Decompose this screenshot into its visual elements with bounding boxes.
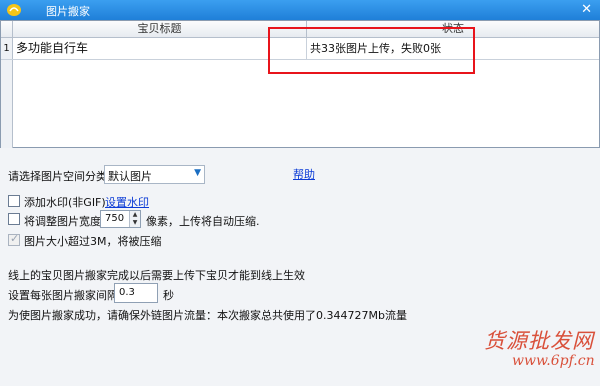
interval-label: 设置每张图片搬家间隔 bbox=[8, 289, 118, 302]
checkmark-icon: ✓ bbox=[10, 232, 20, 245]
width-stepper[interactable]: 750 ▲ ▼ bbox=[100, 210, 141, 228]
status-highlight-box bbox=[268, 27, 475, 74]
watermark-label: 添加水印(非GIF) bbox=[24, 196, 106, 209]
row-gutter bbox=[1, 60, 13, 148]
compress-checkbox: ✓ bbox=[8, 232, 20, 246]
watermark-brand-text: 货源批发网 bbox=[484, 329, 594, 353]
resize-label: 将调整图片宽度 bbox=[24, 215, 101, 228]
arrow-down-icon[interactable]: ▼ bbox=[130, 219, 140, 227]
window-title: 图片搬家 bbox=[46, 5, 90, 18]
stepper-arrows[interactable]: ▲ ▼ bbox=[129, 211, 140, 227]
interval-value: 0.3 bbox=[119, 287, 135, 298]
row-number: 1 bbox=[1, 38, 13, 59]
cell-item-title[interactable]: 多功能自行车 bbox=[14, 38, 307, 59]
brand-watermark: 货源批发网 www.6pf.cn bbox=[484, 325, 595, 375]
watermark-checkbox[interactable] bbox=[8, 195, 20, 207]
category-label: 请选择图片空间分类 bbox=[8, 170, 107, 183]
category-value: 默认图片 bbox=[108, 170, 152, 183]
resize-suffix: 像素，上传将自动压缩. bbox=[146, 215, 260, 228]
category-select[interactable]: 默认图片 ▼ bbox=[104, 165, 205, 184]
title-bar: 图片搬家 ✕ bbox=[0, 0, 600, 20]
app-logo-icon bbox=[7, 4, 21, 16]
interval-unit: 秒 bbox=[163, 289, 174, 302]
traffic-note: 为使图片搬家成功，请确保外链图片流量：本次搬家总共使用了0.344727Mb流量 bbox=[8, 309, 407, 322]
chevron-down-icon: ▼ bbox=[194, 168, 201, 178]
compress-label: 图片大小超过3M，将被压缩 bbox=[24, 235, 162, 248]
watermark-settings-link[interactable]: 设置水印 bbox=[105, 194, 149, 210]
width-value: 750 bbox=[105, 213, 125, 224]
interval-input[interactable]: 0.3 bbox=[114, 283, 158, 303]
column-header-title[interactable]: 宝贝标题 bbox=[13, 21, 307, 37]
resize-checkbox[interactable] bbox=[8, 213, 20, 225]
close-button[interactable]: ✕ bbox=[581, 2, 592, 17]
grid-corner bbox=[1, 21, 13, 37]
watermark-brand-url: www.6pf.cn bbox=[512, 353, 595, 369]
help-link[interactable]: 帮助 bbox=[293, 166, 315, 182]
online-note: 线上的宝贝图片搬家完成以后需要上传下宝贝才能到线上生效 bbox=[8, 269, 305, 282]
arrow-up-icon[interactable]: ▲ bbox=[130, 211, 140, 219]
